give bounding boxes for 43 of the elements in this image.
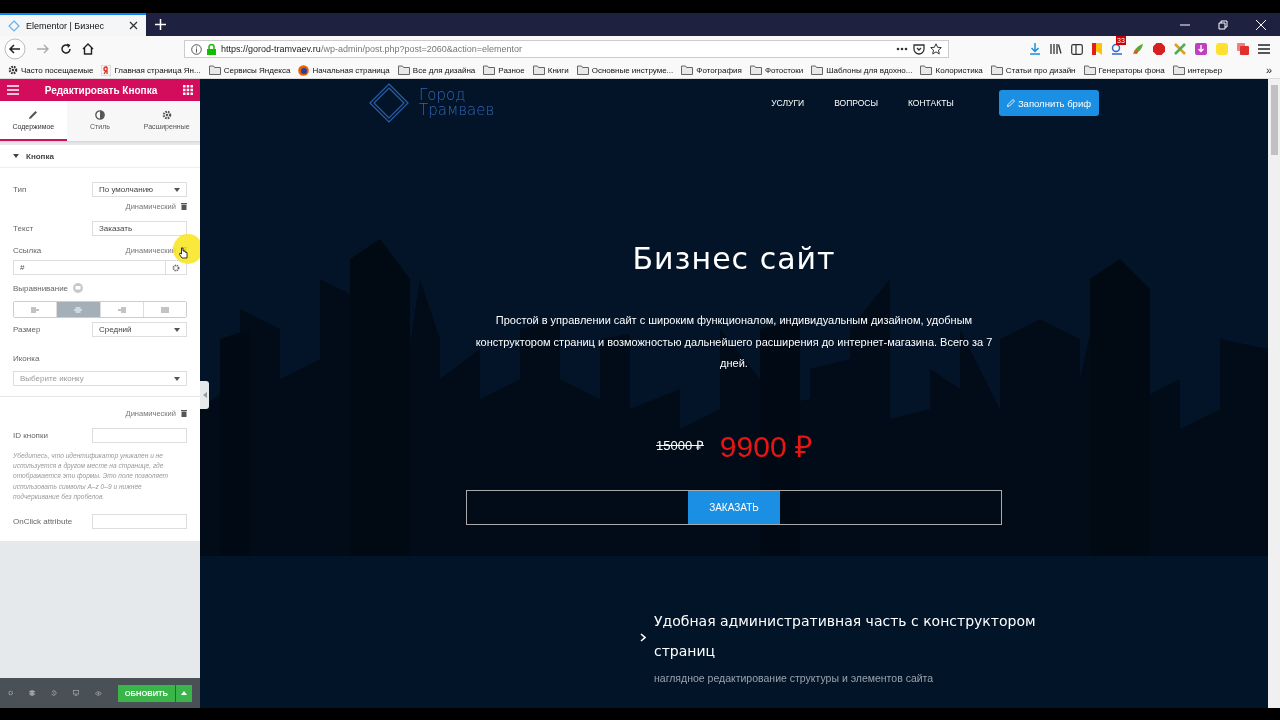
bookmark-item[interactable]: Фотография <box>681 65 742 75</box>
bookmark-item[interactable]: Колористика <box>920 65 983 75</box>
browser-tab[interactable]: Elementor | Бизнес <box>0 13 146 36</box>
bookmark-item[interactable]: Шаблоны для вдохно... <box>811 65 913 75</box>
bookmark-item[interactable]: Фотостоки <box>749 65 804 75</box>
feature-subtitle: наглядное редактирование структуры и элементов сайта <box>654 672 935 684</box>
logo-text: Город Трамваев <box>419 88 495 118</box>
field-label: ID кнопки <box>13 431 48 440</box>
select-field[interactable]: По умолчанию <box>92 182 187 197</box>
field-label: Ссылка <box>13 246 43 255</box>
price: 9900 ₽ <box>719 428 812 465</box>
field-label: Выравнивание <box>13 283 69 293</box>
address-bar[interactable]: https://gorod-tramvaev.ru/wp-admin/post.php?post=2060&action=elementor <box>184 40 949 58</box>
field-label: OnClick attribute <box>13 517 73 527</box>
bookmark-item[interactable]: Генераторы фона <box>1083 65 1165 75</box>
feature-title: Удобная административная часть с конструктором страниц <box>654 612 1037 661</box>
nav-link[interactable]: ВОПРОСЫ <box>834 98 878 108</box>
panel-title: Редактировать Кнопка <box>43 84 159 96</box>
field-label: Размер <box>13 325 41 334</box>
old-price: 15000 ₽ <box>656 437 704 454</box>
bookmark-item[interactable]: Разное <box>483 65 525 75</box>
bookmark-item[interactable]: Основные инструме... <box>576 65 674 75</box>
hero-description: Простой в управлении сайт с широким функционалом, индивидуальным дизайном, удобным конструктором страниц и возможностью дальнейшего расширения до интернет-магазина. Всего за 7 дней. <box>474 313 994 371</box>
bookmark-item[interactable]: интерьер <box>1172 65 1223 75</box>
bookmark-item[interactable]: Сервисы Яндекса <box>208 65 291 75</box>
hero-title: Бизнес сайт <box>632 241 836 276</box>
bookmark-item[interactable]: Начальная страница <box>298 64 390 76</box>
nav-link[interactable]: КОНТАКТЫ <box>908 98 954 108</box>
nav-link[interactable]: УСЛУГИ <box>771 98 805 108</box>
bookmark-item[interactable]: Главная страница Ян... <box>101 64 201 76</box>
select-field[interactable]: Средний <box>92 322 187 337</box>
text-field[interactable]: Заказать <box>92 221 187 236</box>
bookmark-item[interactable]: Статьи про дизайн <box>990 65 1076 75</box>
field-label: Текст <box>13 224 34 233</box>
more-bookmarks[interactable]: » <box>1265 64 1272 76</box>
bookmark-item[interactable]: Книги <box>532 65 569 75</box>
field-label: Тип <box>13 185 27 194</box>
bookmark-item[interactable]: Часто посещаемые <box>8 65 94 75</box>
tab-title: Elementor | Бизнес <box>26 20 104 31</box>
bookmark-item[interactable]: Все для дизайна <box>397 65 476 75</box>
field-label: Иконка <box>13 354 40 363</box>
section-title: Кнопка <box>26 151 54 161</box>
url-text: https://gorod-tramvaev.ru/wp-admin/post.php?post=2060&action=elementor <box>221 44 522 54</box>
